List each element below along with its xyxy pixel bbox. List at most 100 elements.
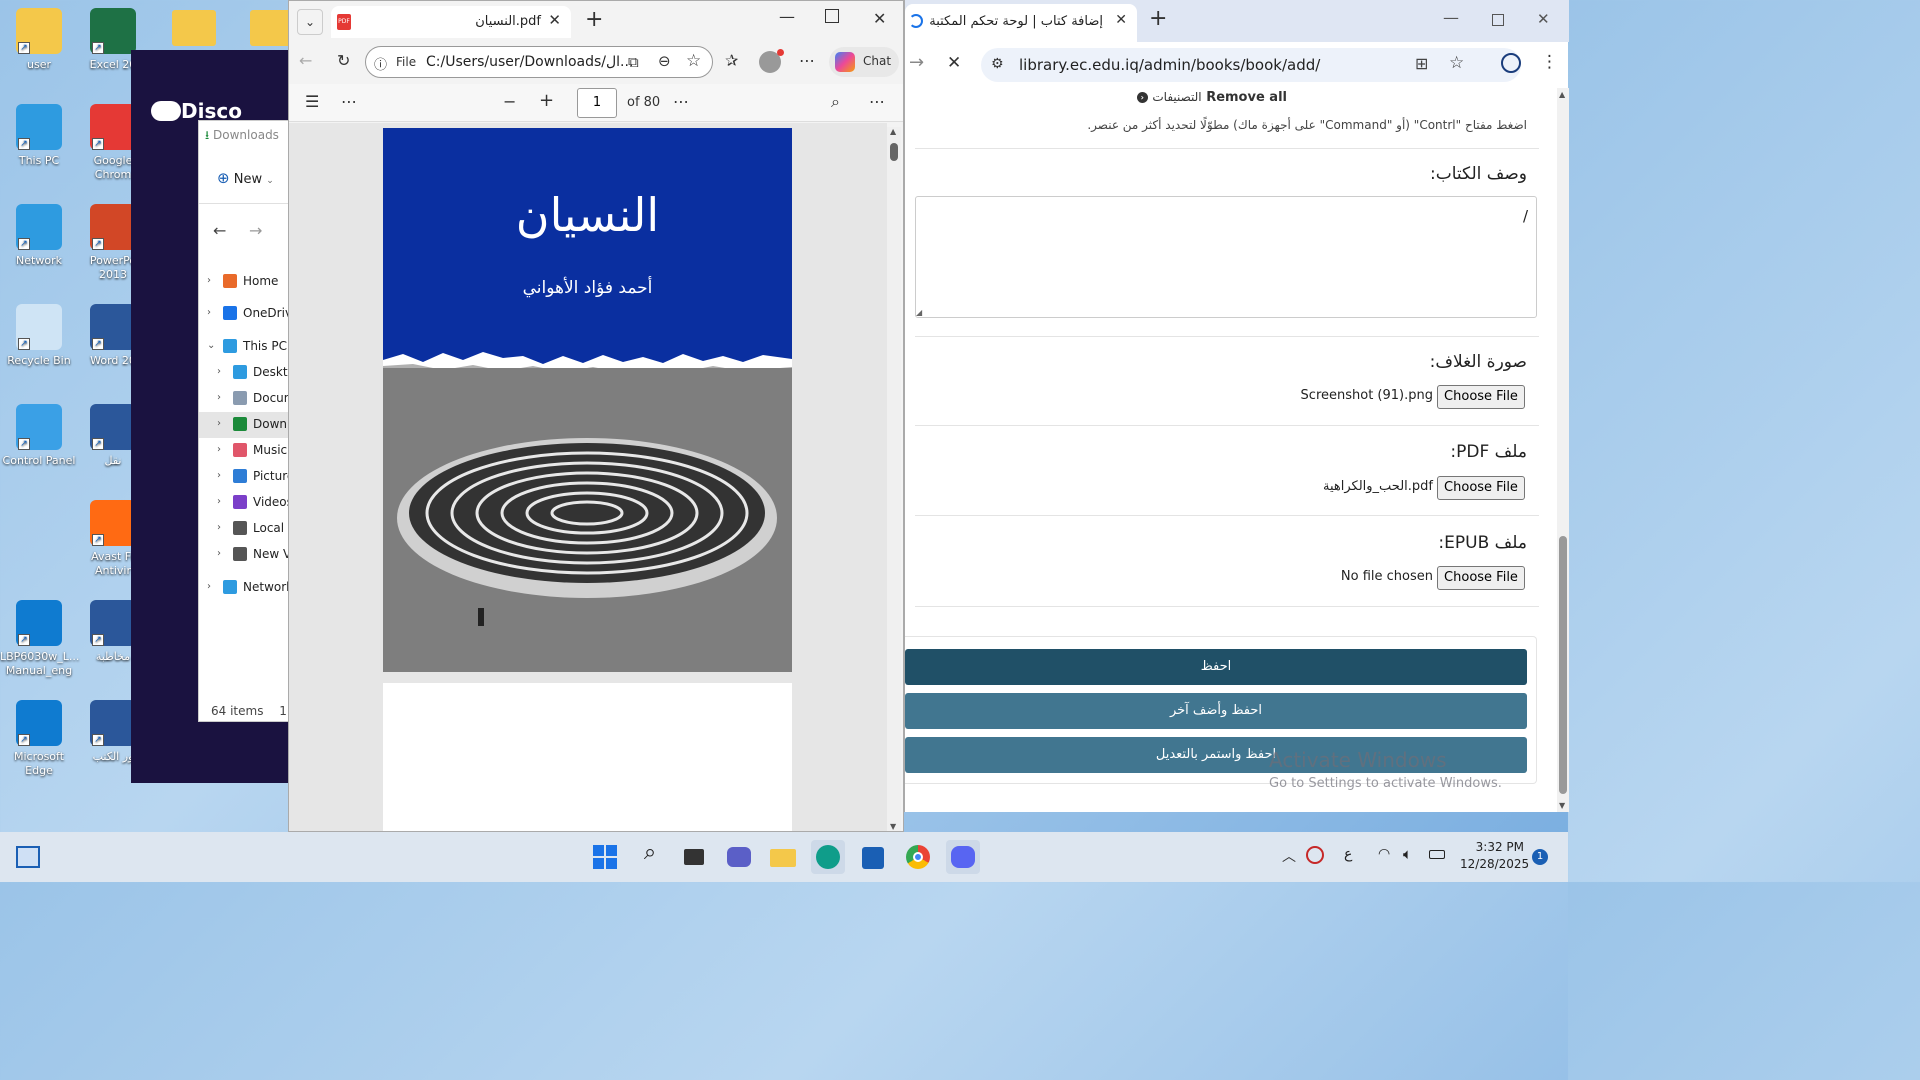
start-windows-icon[interactable] bbox=[588, 840, 622, 874]
address-bar[interactable]: ⓘ File C:/Users/user/Downloads/ال... ⧉ ⊖… bbox=[365, 46, 713, 78]
notification-badge[interactable]: 1 bbox=[1532, 849, 1548, 865]
chevron-right-icon[interactable]: › bbox=[207, 581, 211, 592]
info-icon[interactable]: ⓘ bbox=[374, 54, 387, 73]
chevron-right-icon[interactable]: › bbox=[207, 307, 211, 318]
desktop-icon[interactable]: ↗ Recycle Bin bbox=[0, 304, 78, 368]
minimize-icon[interactable]: — bbox=[1443, 8, 1459, 27]
scrollbar-thumb[interactable] bbox=[1559, 536, 1567, 794]
chevron-right-icon[interactable]: › bbox=[217, 418, 221, 429]
tab-actions-chevron-icon[interactable]: ⌄ bbox=[297, 9, 323, 35]
maximize-icon[interactable] bbox=[1492, 14, 1504, 26]
close-tab-icon[interactable]: ✕ bbox=[1115, 12, 1127, 28]
sync-icon[interactable] bbox=[1306, 846, 1324, 864]
desktop-icon[interactable]: ↗ user bbox=[0, 8, 78, 72]
new-button[interactable]: ⊕ New ⌄ bbox=[217, 169, 274, 187]
edge-pdf-window[interactable]: ⌄ PDF النسيان.pdf ✕ + — ✕ ← ↻ ⓘ File C:/… bbox=[288, 0, 904, 832]
settings-more-icon[interactable]: ⋯ bbox=[869, 92, 885, 111]
scrollbar-thumb[interactable] bbox=[890, 143, 898, 161]
search-icon[interactable]: ⌕ bbox=[831, 92, 840, 112]
profile-icon[interactable] bbox=[1501, 53, 1521, 73]
clock-time[interactable]: 3:32 PM bbox=[1460, 840, 1524, 854]
resize-handle-icon[interactable]: ◢ bbox=[916, 308, 922, 317]
refresh-icon[interactable]: ↻ bbox=[337, 51, 350, 70]
desktop-icon[interactable]: ↗ Network bbox=[0, 204, 78, 268]
battery-icon[interactable] bbox=[1429, 850, 1445, 859]
forward-arrow-icon[interactable]: → bbox=[249, 221, 262, 240]
task-view-icon[interactable] bbox=[678, 840, 712, 874]
close-window-icon[interactable]: ✕ bbox=[873, 9, 886, 28]
admin-tab[interactable]: إضافة كتاب | لوحة تحكم المكتبة ✕ bbox=[905, 4, 1137, 42]
chrome-address-bar[interactable]: ⚙ library.ec.edu.iq/admin/books/book/add… bbox=[981, 48, 1521, 82]
save-button[interactable]: احفظ bbox=[905, 649, 1527, 685]
chevron-right-icon[interactable]: › bbox=[217, 522, 221, 533]
folder-icon[interactable] bbox=[172, 10, 216, 46]
chevron-right-icon[interactable]: › bbox=[207, 275, 211, 286]
clock-date[interactable]: 12/28/2025 bbox=[1460, 857, 1529, 871]
desktop-icon[interactable]: ↗ Control Panel bbox=[0, 404, 78, 468]
scroll-up-arrow-icon[interactable]: ▲ bbox=[890, 127, 896, 136]
chevron-right-icon[interactable]: › bbox=[217, 444, 221, 455]
description-textarea[interactable]: / ◢ bbox=[915, 196, 1537, 318]
scroll-down-arrow-icon[interactable]: ▼ bbox=[1559, 801, 1565, 810]
maximize-icon[interactable] bbox=[825, 9, 839, 23]
page-scrollbar[interactable]: ▲ ▼ bbox=[1557, 88, 1569, 812]
new-tab-plus-icon[interactable]: + bbox=[585, 7, 603, 32]
chevron-right-icon[interactable]: › bbox=[217, 470, 221, 481]
bookmark-star-icon[interactable]: ☆ bbox=[1449, 53, 1464, 73]
file-explorer-taskbar-icon[interactable] bbox=[766, 840, 800, 874]
more-options-icon[interactable]: ⋯ bbox=[799, 51, 815, 70]
chrome-taskbar-icon[interactable] bbox=[901, 840, 935, 874]
wifi-icon[interactable]: ◠ bbox=[1378, 846, 1390, 862]
discord-taskbar-icon[interactable] bbox=[946, 840, 980, 874]
chevron-right-icon[interactable]: › bbox=[217, 366, 221, 377]
chevron-down-icon[interactable]: ⌄ bbox=[207, 340, 215, 351]
chevron-right-icon[interactable]: › bbox=[217, 548, 221, 559]
site-settings-icon[interactable]: ⚙ bbox=[991, 56, 1004, 72]
pdf-scrollbar[interactable]: ▲ ▼ bbox=[887, 127, 901, 831]
favorites-icon[interactable]: ✰ bbox=[725, 51, 738, 70]
breadcrumb[interactable]: ⭳ Downloads bbox=[205, 126, 279, 147]
edge-taskbar-icon[interactable] bbox=[811, 840, 845, 874]
copilot-chat-button[interactable]: Chat bbox=[829, 47, 899, 77]
more-tools-icon[interactable]: ⋯ bbox=[341, 92, 357, 111]
pdf-choose-file-button[interactable]: Choose File bbox=[1437, 476, 1525, 500]
epub-choose-file-button[interactable]: Choose File bbox=[1437, 566, 1525, 590]
desktop-icon[interactable]: ↗ LBP6030w_L... Manual_eng bbox=[0, 600, 79, 678]
show-hidden-icons-chevron-icon[interactable]: ︿ bbox=[1282, 846, 1296, 866]
chevron-right-icon[interactable]: › bbox=[217, 496, 221, 507]
search-icon[interactable]: ⌕ bbox=[633, 840, 667, 874]
back-arrow-icon[interactable]: ← bbox=[299, 51, 312, 70]
table-of-contents-icon[interactable]: ☰ bbox=[305, 92, 319, 111]
more-pdf-options-icon[interactable]: ⋯ bbox=[673, 92, 689, 111]
back-arrow-icon[interactable]: ← bbox=[213, 221, 226, 240]
minimize-icon[interactable]: — bbox=[779, 7, 795, 26]
zoom-out-minus-icon[interactable]: − bbox=[503, 92, 516, 111]
desktop-icon[interactable]: ↗ Microsoft Edge bbox=[0, 700, 78, 778]
volume-icon[interactable]: 🔈︎ bbox=[1403, 845, 1412, 863]
cover-choose-file-button[interactable]: Choose File bbox=[1437, 385, 1525, 409]
zoom-in-plus-icon[interactable]: + bbox=[539, 90, 554, 111]
stop-loading-icon[interactable]: ✕ bbox=[947, 53, 961, 73]
show-desktop-icon[interactable] bbox=[16, 846, 40, 868]
page-number-input[interactable]: 1 bbox=[577, 88, 617, 118]
teams-chat-icon[interactable] bbox=[722, 840, 756, 874]
remove-all-link[interactable]: › التصنيفات Remove all bbox=[1136, 90, 1287, 105]
chrome-window[interactable]: إضافة كتاب | لوحة تحكم المكتبة ✕ + — ✕ →… bbox=[904, 0, 1569, 812]
chevron-right-icon[interactable]: › bbox=[217, 392, 221, 403]
chrome-menu-icon[interactable]: ⋮ bbox=[1541, 52, 1558, 72]
language-indicator[interactable]: ع bbox=[1344, 846, 1352, 862]
translate-icon[interactable]: ⊞ bbox=[1415, 54, 1428, 73]
favorite-star-icon[interactable]: ☆ bbox=[686, 51, 701, 71]
new-tab-plus-icon[interactable]: + bbox=[1149, 6, 1167, 31]
scroll-down-arrow-icon[interactable]: ▼ bbox=[890, 822, 896, 831]
zoom-out-icon[interactable]: ⊖ bbox=[658, 52, 671, 70]
close-window-icon[interactable]: ✕ bbox=[1537, 10, 1550, 28]
pdf-tab[interactable]: PDF النسيان.pdf ✕ bbox=[331, 6, 571, 38]
pdf-viewer[interactable]: النسيان أحمد فؤاد الأهواني bbox=[289, 123, 887, 831]
read-aloud-icon[interactable]: ⧉ bbox=[628, 53, 639, 71]
desktop-icon[interactable]: ↗ This PC bbox=[0, 104, 78, 168]
close-tab-icon[interactable]: ✕ bbox=[548, 11, 561, 29]
save-and-add-another-button[interactable]: احفظ وأضف آخر bbox=[905, 693, 1527, 729]
store-taskbar-icon[interactable] bbox=[856, 840, 890, 874]
scroll-up-arrow-icon[interactable]: ▲ bbox=[1559, 90, 1565, 99]
